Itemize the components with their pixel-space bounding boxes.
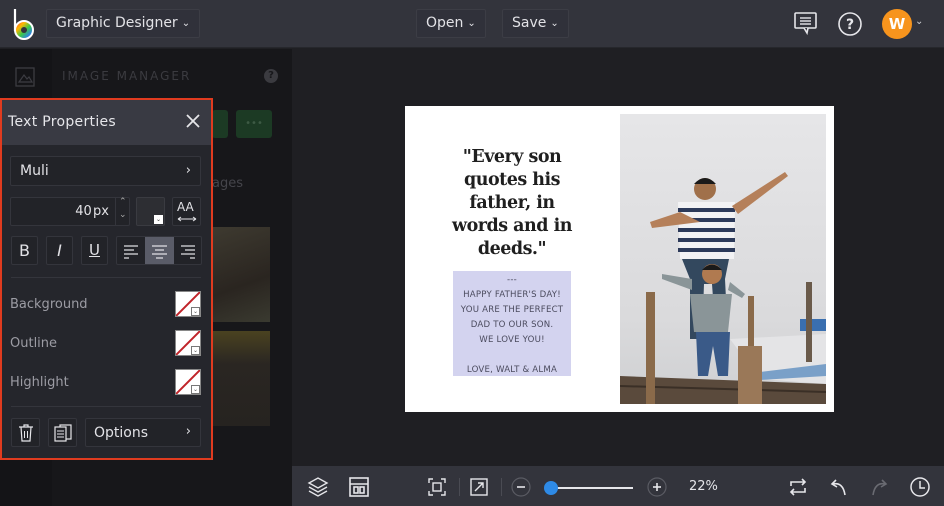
divider [11, 277, 201, 278]
image-manager-title: IMAGE MANAGER [62, 69, 192, 83]
align-right-icon[interactable] [174, 237, 202, 264]
chevron-down-icon: ⌄ [181, 18, 191, 29]
message-line: WE LOVE YOU! [479, 335, 545, 345]
open-label: Open [426, 15, 464, 31]
alignment-group [116, 236, 202, 265]
chevron-up-icon[interactable]: ⌃ [119, 197, 127, 207]
design-page[interactable]: "Every son quotes his father, in words a… [405, 106, 834, 412]
trash-icon [18, 424, 33, 442]
font-name: Muli [20, 163, 49, 179]
app-mode-menu[interactable]: Graphic Designer ⌄ [46, 9, 201, 38]
outline-label: Outline [10, 336, 58, 351]
befunky-logo[interactable] [11, 7, 39, 41]
redo-icon[interactable] [868, 476, 890, 498]
image-icon[interactable] [15, 67, 35, 87]
font-size-input[interactable]: 40 px ⌃ ⌄ [10, 197, 130, 226]
bold-label: B [19, 241, 30, 260]
message-line-blank [453, 348, 571, 363]
panel-title: Text Properties [8, 114, 117, 130]
text-properties-panel: Text Properties Muli › 40 px ⌃ ⌄ ⌄ AA B … [0, 98, 213, 460]
expand-icon[interactable] [468, 476, 490, 498]
image-thumbnail[interactable] [212, 331, 270, 426]
undo-icon[interactable] [828, 476, 850, 498]
message-line: LOVE, WALT & ALMA [466, 365, 558, 375]
highlight-color-swatch[interactable]: ⌄ [175, 369, 201, 395]
chevron-down-icon[interactable]: ⌄ [119, 210, 127, 220]
double-arrow-icon [177, 216, 197, 222]
background-color-swatch[interactable]: ⌄ [175, 291, 201, 317]
help-icon[interactable]: ? [264, 69, 278, 83]
message-line: --- [507, 275, 517, 285]
bold-button[interactable]: B [11, 236, 38, 265]
history-icon[interactable] [909, 476, 931, 498]
zoom-percent: 22% [689, 479, 718, 494]
fit-screen-icon[interactable] [426, 476, 448, 498]
upload-button[interactable] [212, 110, 228, 138]
divider [11, 406, 201, 407]
font-size-unit: px [93, 204, 109, 219]
zoom-in-icon[interactable] [646, 476, 668, 498]
more-button[interactable]: ••• [236, 110, 272, 138]
panel-header: Text Properties [2, 100, 211, 145]
chevron-down-icon: ⌄ [191, 385, 200, 394]
chevron-right-icon: › [185, 163, 191, 178]
family-photo[interactable] [620, 114, 826, 404]
message-line: YOU ARE THE PERFECT [460, 305, 564, 315]
highlight-label: Highlight [10, 375, 69, 390]
chevron-down-icon: ⌄ [154, 215, 163, 224]
chevron-down-icon[interactable]: ⌄ [915, 16, 923, 27]
text-case-button[interactable]: AA [172, 197, 201, 226]
options-button[interactable]: Options › [85, 418, 201, 447]
bottom-toolbar: 22% [292, 466, 944, 506]
chevron-right-icon: › [185, 424, 191, 439]
svg-text:?: ? [846, 17, 854, 33]
case-label: AA [177, 200, 194, 214]
underline-button[interactable]: U [81, 236, 108, 265]
message-text-box[interactable]: --- HAPPY FATHER'S DAY! YOU ARE THE PERF… [453, 271, 571, 376]
message-line: DAD TO OUR SON. [470, 320, 554, 330]
chat-icon[interactable] [792, 10, 820, 38]
background-label: Background [10, 297, 88, 312]
duplicate-button[interactable] [48, 418, 77, 447]
underline-label: U [89, 241, 100, 259]
italic-button[interactable]: I [46, 236, 73, 265]
zoom-slider-handle[interactable] [544, 481, 558, 495]
images-label: ages [212, 176, 243, 191]
duplicate-icon [53, 424, 72, 442]
chevron-down-icon: ⌄ [467, 18, 476, 29]
font-size-number: 40 [75, 204, 92, 219]
chevron-down-icon: ⌄ [191, 346, 200, 355]
italic-label: I [57, 241, 62, 260]
open-button[interactable]: Open ⌄ [416, 9, 486, 38]
chevron-down-icon: ⌄ [550, 18, 559, 29]
zoom-slider-track[interactable] [545, 487, 633, 489]
help-icon[interactable]: ? [836, 10, 864, 38]
outline-color-swatch[interactable]: ⌄ [175, 330, 201, 356]
align-left-icon[interactable] [117, 237, 145, 264]
layers-icon[interactable] [307, 476, 329, 498]
zoom-out-icon[interactable] [510, 476, 532, 498]
text-color-picker[interactable]: ⌄ [136, 197, 165, 226]
user-avatar[interactable]: W [882, 9, 912, 39]
close-icon[interactable] [185, 113, 201, 129]
separator [501, 478, 502, 496]
delete-button[interactable] [11, 418, 40, 447]
message-line: HAPPY FATHER'S DAY! [463, 290, 561, 300]
swap-icon[interactable] [787, 476, 809, 498]
options-label: Options [94, 425, 149, 441]
app-mode-label: Graphic Designer [56, 15, 178, 31]
save-button[interactable]: Save ⌄ [502, 9, 569, 38]
top-bar: Graphic Designer ⌄ Open ⌄ Save ⌄ ? W ⌄ [0, 0, 944, 48]
chevron-down-icon: ⌄ [191, 307, 200, 316]
save-label: Save [512, 15, 547, 31]
separator [459, 478, 460, 496]
font-size-stepper[interactable]: ⌃ ⌄ [115, 197, 129, 225]
font-selector[interactable]: Muli › [10, 156, 201, 186]
font-size-value: 40 px [75, 204, 109, 219]
align-center-icon[interactable] [145, 237, 174, 264]
layout-icon[interactable] [348, 476, 370, 498]
quote-text[interactable]: "Every son quotes his father, in words a… [443, 146, 581, 261]
image-thumbnail[interactable] [212, 227, 270, 322]
